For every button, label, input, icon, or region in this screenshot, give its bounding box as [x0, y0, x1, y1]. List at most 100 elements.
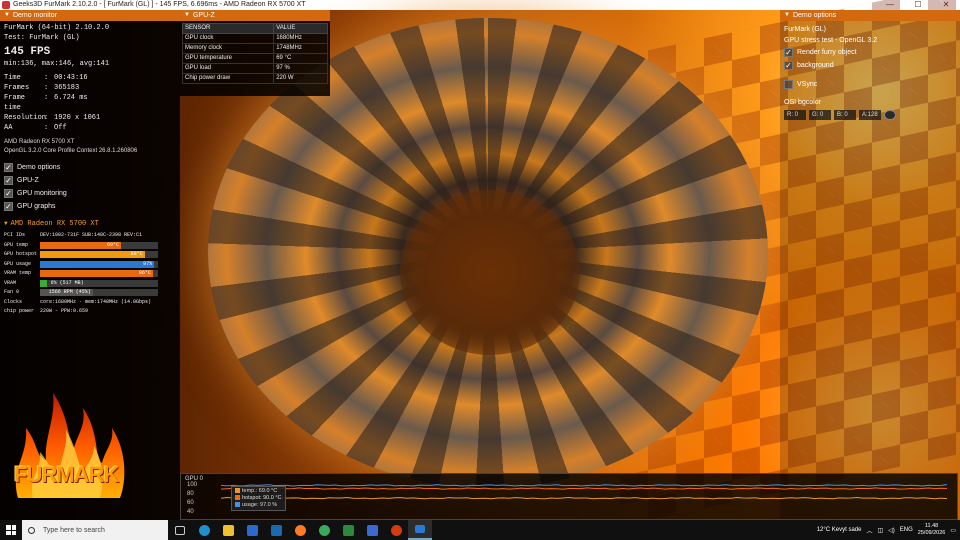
option-demo-options[interactable]: ✓ Demo options	[0, 161, 180, 174]
clock-time: 11.48	[924, 523, 939, 529]
bgcolor-b-field[interactable]: B: 0	[834, 110, 856, 120]
bgcolor-g-field[interactable]: G: 0	[809, 110, 831, 120]
sensor-name: GPU clock	[181, 33, 275, 44]
taskbar-app-firefox[interactable]	[288, 520, 312, 540]
pci-ids-row: PCI IDs DEV:1002-731F SUB:148C-2398 REV:C…	[4, 232, 143, 239]
sensor-row: GPU hotspot 89°C	[0, 250, 180, 260]
gpu-monitor-header[interactable]: ▼ AMD Radeon RX 5700 XT	[0, 219, 180, 229]
gpu-z-panel: ▼ GPU-Z SENSOR VALUE GPU clock 1680MHz Mem…	[180, 10, 330, 96]
taskbar-app-explorer[interactable]	[216, 520, 240, 540]
taskbar-app-mail-2[interactable]	[360, 520, 384, 540]
sensor-label: GPU temp	[4, 241, 29, 248]
sensor-bar: 1566 RPM (45%)	[40, 289, 158, 297]
sensor-name: Memory clock	[181, 43, 275, 54]
option-gpu-z[interactable]: ✓ GPU-Z	[0, 174, 180, 187]
clock-date: 25/09/2026	[917, 530, 946, 536]
graph-plot	[221, 484, 948, 500]
stat-resolution: Resolution:1920 x 1061	[4, 114, 101, 122]
language-indicator[interactable]: ENG	[900, 527, 913, 533]
window-title: Geeks3D FurMark 2.10.2.0 - [ FurMark (GL…	[13, 1, 306, 8]
checkbox-checked-icon[interactable]: ✓	[4, 189, 13, 198]
furmark-logo-text: FURMARK	[14, 462, 119, 487]
taskbar-app-edge[interactable]	[192, 520, 216, 540]
gpu-z-row: GPU clock 1680MHz	[181, 33, 328, 44]
volume-icon[interactable]: ◁)	[888, 527, 895, 534]
gpu-graph: GPU 0 100 80 60 40 temp.: 69.0 °C hotspo…	[180, 473, 958, 520]
legend-item-usage: usage: 97.0 %	[235, 502, 282, 509]
sensor-value: 97%	[143, 260, 153, 267]
clock[interactable]: 11.48 25/09/2026	[918, 523, 946, 537]
sensor-row: VRAM temp 96°C	[0, 269, 180, 279]
color-picker-icon[interactable]	[884, 110, 896, 120]
taskbar-app-active[interactable]	[408, 520, 432, 540]
checkbox-checked-icon[interactable]: ✓	[784, 61, 793, 70]
gpu-z-header[interactable]: ▼ GPU-Z	[180, 10, 330, 21]
taskbar-app-furmark[interactable]	[384, 520, 408, 540]
windows-logo-icon	[6, 525, 16, 535]
sensor-label: VRAM	[4, 279, 17, 286]
demo-monitor-header[interactable]: ▼ Demo monitor	[0, 10, 180, 21]
option-gpu-graphs[interactable]: ✓ GPU graphs	[0, 200, 180, 213]
sensor-bar-fill	[40, 260, 155, 268]
app-icon	[342, 524, 354, 536]
checkbox-checked-icon[interactable]: ✓	[4, 202, 13, 211]
bgcolor-a-field[interactable]: A:128	[859, 110, 881, 120]
graph-line-hotspot	[221, 487, 948, 490]
sensor-label: VRAM temp	[4, 270, 32, 277]
collapse-arrow-icon[interactable]: ▼	[784, 10, 790, 21]
torus-hole	[400, 190, 580, 355]
y-tick: 40	[187, 509, 194, 515]
taskbar-app-store[interactable]	[240, 520, 264, 540]
sensor-label: Fan 0	[4, 289, 20, 296]
edge-icon	[198, 524, 210, 536]
checkbox-checked-icon[interactable]: ✓	[4, 176, 13, 185]
taskbar-app-mail[interactable]	[264, 520, 288, 540]
y-tick: 100	[187, 482, 198, 488]
taskbar-search[interactable]: Type here to search	[22, 520, 168, 540]
gpu-z-row: Chip power draw 220 W	[181, 73, 328, 84]
sensor-row: GPU usage 97%	[0, 260, 180, 270]
collapse-arrow-icon[interactable]: ▼	[4, 10, 10, 21]
furmark-app-icon	[2, 1, 10, 9]
checkbox-checked-icon[interactable]: ✓	[4, 163, 13, 172]
test-name: Test: FurMark (GL)	[4, 34, 80, 42]
column-header-sensor: SENSOR	[181, 23, 275, 34]
checkbox-checked-icon[interactable]: ✓	[784, 48, 793, 57]
search-icon	[28, 526, 35, 534]
sensor-bar-fill	[40, 251, 146, 259]
checkbox-unchecked-icon[interactable]	[784, 80, 793, 89]
collapse-arrow-icon[interactable]: ▼	[184, 10, 190, 21]
search-placeholder: Type here to search	[43, 526, 105, 534]
fps-readout: 145 FPS	[4, 46, 51, 58]
render-furry-checkbox[interactable]: ✓ Render furry object	[780, 46, 960, 59]
weather-widget[interactable]: 12°C Kevyt sade	[817, 527, 862, 533]
demo-title: FurMark (GL)	[784, 26, 826, 33]
column-header-value: VALUE	[273, 23, 328, 34]
graph-line-usage	[221, 484, 948, 487]
task-view-button[interactable]	[168, 520, 192, 540]
sensor-value: 96°C	[138, 270, 151, 277]
gpu-z-sensor-table: SENSOR VALUE GPU clock 1680MHz Memory cloc…	[181, 23, 328, 84]
network-icon[interactable]: ◫	[877, 527, 883, 534]
option-gpu-monitoring[interactable]: ✓ GPU monitoring	[0, 187, 180, 200]
vsync-checkbox[interactable]: VSync	[780, 78, 960, 91]
notifications-icon[interactable]: ▭	[950, 527, 956, 534]
taskbar-app-chrome-like[interactable]	[312, 520, 336, 540]
legend-swatch	[235, 495, 240, 501]
sensor-bar: 6% (517 MB)	[40, 279, 158, 287]
sensor-value: 97 %	[273, 63, 328, 74]
tray-chevron-icon[interactable]: ︿	[866, 526, 872, 535]
gpu-sensor-bars: GPU temp 69°C GPU hotspot 89°C GPU usage 97% V…	[0, 241, 180, 298]
sensor-bar: 69°C	[40, 241, 158, 249]
taskbar-app-green[interactable]	[336, 520, 360, 540]
stat-aa: AA: Off	[4, 124, 67, 132]
gpu-z-row: Memory clock 1748MHz	[181, 43, 328, 54]
graph-line-temp	[221, 496, 948, 500]
demo-options-header[interactable]: ▼ Demo options	[780, 10, 960, 21]
start-button[interactable]	[0, 520, 22, 540]
collapse-arrow-icon[interactable]: ▼	[4, 220, 8, 227]
bgcolor-r-field[interactable]: R: 0	[784, 110, 806, 120]
graph-legend: temp.: 69.0 °C hotspot: 90.0 °C usage: 9…	[231, 486, 286, 511]
background-checkbox[interactable]: ✓ background	[780, 59, 960, 72]
stat-time: Time:00:43:16	[4, 74, 88, 82]
